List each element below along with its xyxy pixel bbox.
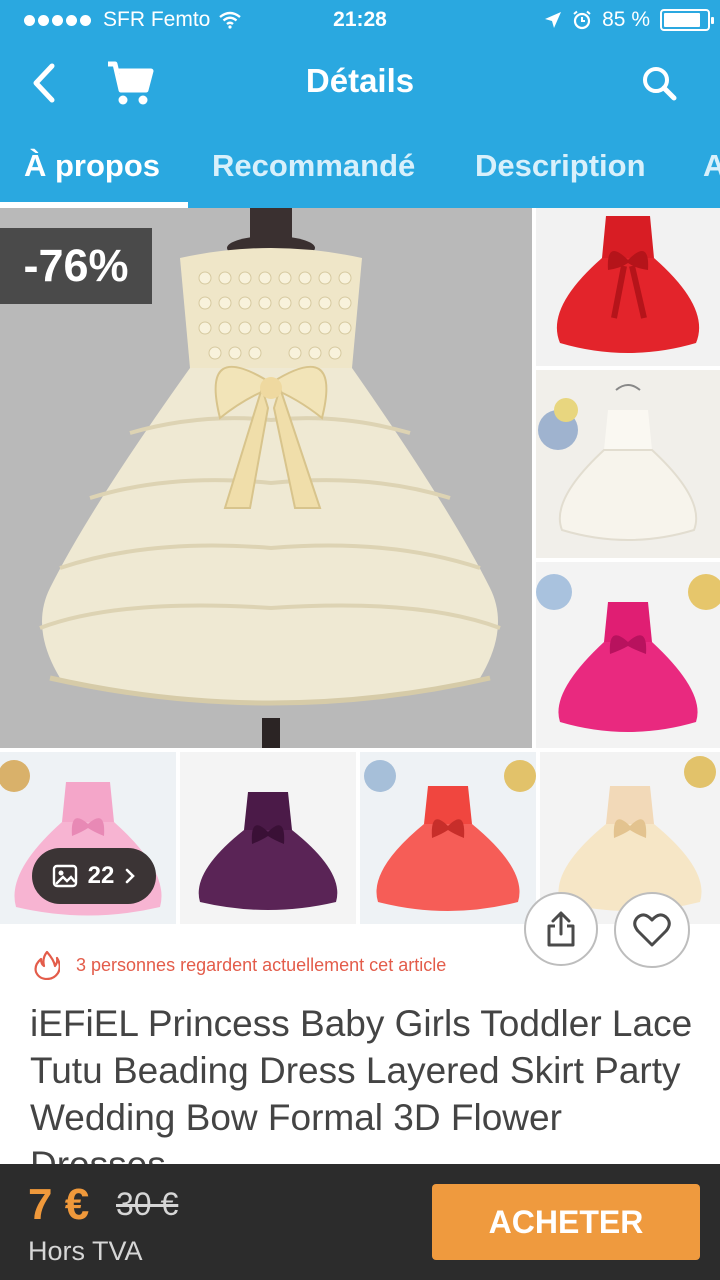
- pink-dress-image: [536, 574, 720, 732]
- status-right: 85 %: [544, 8, 714, 32]
- alarm-clock-icon: [573, 10, 591, 30]
- search-icon[interactable]: [636, 60, 684, 108]
- battery-icon: [660, 9, 714, 31]
- tab-a-propos[interactable]: À propos: [24, 148, 160, 184]
- thumbnail-purple-dress[interactable]: [180, 752, 356, 924]
- buy-button[interactable]: ACHETER: [432, 1184, 700, 1260]
- tab-overflow[interactable]: A: [703, 148, 720, 184]
- thumbnail-pink-dress[interactable]: [536, 562, 720, 748]
- page-title: Détails: [305, 62, 415, 99]
- purchase-bar: 7 € 30 € Hors TVA ACHETER: [0, 1164, 720, 1280]
- tab-bar: À propos Recommandé Description A: [0, 128, 720, 208]
- nav-bar: Détails: [0, 40, 720, 128]
- photo-count-label: 22: [87, 862, 115, 889]
- battery-level: [664, 13, 700, 27]
- purple-dress-image: [198, 792, 338, 910]
- tax-note: Hors TVA: [28, 1236, 143, 1266]
- location-arrow-icon: [545, 12, 562, 28]
- share-icon: [547, 911, 575, 947]
- heart-icon: [633, 913, 671, 947]
- product-title: iEFiEL Princess Baby Girls Toddler Lace …: [30, 1003, 693, 1165]
- status-bar: SFR Femto 21:28 85 %: [0, 0, 720, 40]
- thumbnail-coral-dress[interactable]: [360, 752, 536, 924]
- current-price: 7 €: [28, 1180, 90, 1229]
- red-dress-image: [556, 216, 700, 353]
- tab-description[interactable]: Description: [475, 148, 646, 184]
- white-dress-image: [538, 384, 698, 541]
- watchers-text: 3 personnes regardent actuellement cet a…: [76, 954, 447, 975]
- image-gallery-icon: [52, 864, 77, 888]
- tab-recommande[interactable]: Recommandé: [212, 148, 415, 184]
- product-gallery: -76% 22: [0, 208, 720, 924]
- favorite-button[interactable]: [614, 892, 690, 968]
- thumbnail-white-dress[interactable]: [536, 370, 720, 558]
- original-price: 30 €: [116, 1186, 179, 1222]
- chevron-right-icon: [126, 868, 136, 884]
- thumbnail-red-dress[interactable]: [536, 208, 720, 366]
- photo-count-button[interactable]: 22: [32, 848, 156, 904]
- header: SFR Femto 21:28 85 % Détails À propos Re…: [0, 0, 720, 208]
- discount-badge: -76%: [0, 228, 152, 304]
- watchers-notice: 3 personnes regardent actuellement cet a…: [34, 950, 446, 980]
- fire-icon: [34, 950, 60, 980]
- battery-percent: 85 %: [602, 8, 650, 31]
- share-button[interactable]: [524, 892, 598, 966]
- main-product-image[interactable]: -76%: [0, 208, 532, 748]
- coral-dress-image: [364, 760, 536, 911]
